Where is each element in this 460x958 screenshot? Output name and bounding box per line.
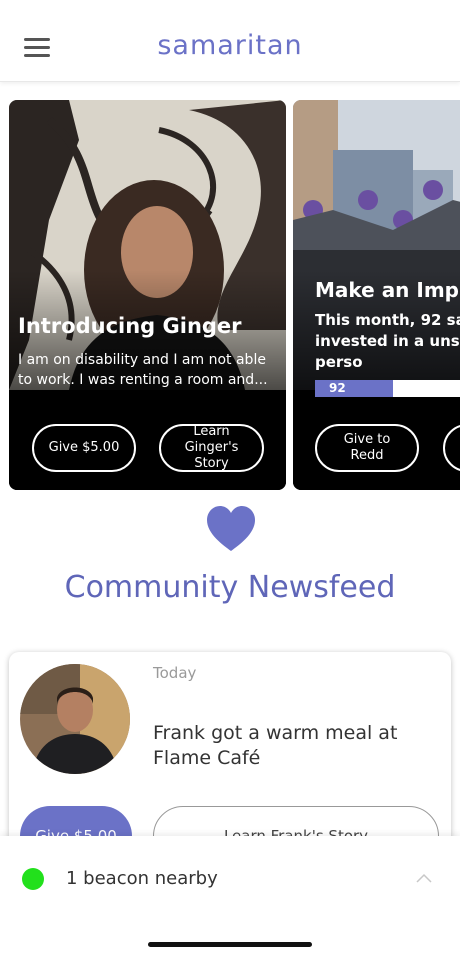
story-summary: I am on disability and I am not able to … — [18, 352, 268, 388]
progress-label: 92 — [329, 381, 346, 395]
home-indicator[interactable] — [148, 942, 312, 947]
progress-fill — [315, 380, 393, 397]
story-card-ginger[interactable]: Introducing Ginger I am on disability an… — [9, 100, 286, 490]
app-title: samaritan — [157, 30, 303, 61]
story-title: Introducing Ginger — [18, 314, 242, 338]
give-button[interactable]: Give to Redd — [315, 424, 419, 472]
heart-icon — [207, 506, 255, 551]
chevron-up-icon[interactable] — [416, 872, 432, 884]
news-text: Frank got a warm meal at Flame Café — [153, 722, 398, 769]
avatar — [20, 664, 130, 774]
story-carousel[interactable]: Introducing Ginger I am on disability an… — [0, 100, 460, 492]
story-title: Make an Imp — [315, 278, 459, 302]
section-title: Community Newsfeed — [64, 570, 396, 605]
give-button[interactable]: Give $5.00 — [32, 424, 136, 472]
news-timestamp: Today — [153, 664, 197, 682]
story-card-impact[interactable]: Make an Imp This month, 92 sa have inves… — [293, 100, 460, 490]
status-indicator — [22, 868, 44, 890]
app-header: samaritan — [0, 0, 460, 82]
beacon-status-bar[interactable]: 1 beacon nearby — [0, 836, 460, 958]
learn-story-button[interactable]: Learn Ginger's Story — [159, 424, 264, 472]
story-summary: This month, 92 sa have invested in a uns… — [315, 311, 460, 371]
beacon-status-text: 1 beacon nearby — [66, 868, 218, 889]
impact-progress-bar: 92 — [315, 380, 460, 397]
